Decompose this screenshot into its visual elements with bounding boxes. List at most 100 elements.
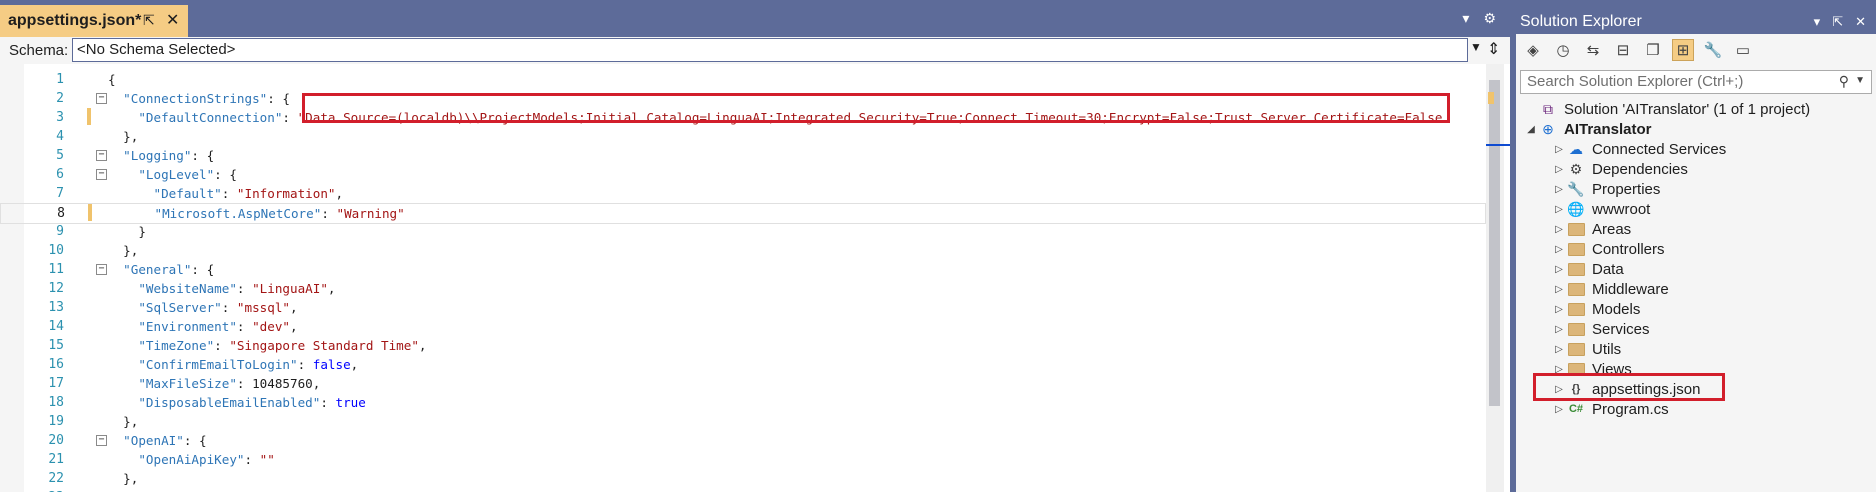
code-line[interactable]: 21 "OpenAiApiKey": "" xyxy=(0,450,1484,469)
code-line[interactable]: 16 "ConfirmEmailToLogin": false, xyxy=(0,355,1484,374)
scrollbar-thumb[interactable] xyxy=(1489,80,1500,406)
collapse-icon[interactable]: − xyxy=(96,435,107,446)
tree-item-areas[interactable]: ▷ Areas xyxy=(1552,219,1631,239)
expand-icon[interactable]: ▷ xyxy=(1552,264,1566,275)
pending-changes-filter-icon[interactable]: ◷ xyxy=(1552,39,1574,61)
expand-icon[interactable]: ▷ xyxy=(1552,244,1566,255)
collapse-icon[interactable]: − xyxy=(96,150,107,161)
line-number: 13 xyxy=(48,300,64,315)
line-number: 1 xyxy=(56,72,64,87)
csharp-file-icon: C# xyxy=(1568,403,1584,415)
line-number: 3 xyxy=(56,110,64,125)
expand-icon[interactable]: ▷ xyxy=(1552,344,1566,355)
code-line[interactable]: 11 − "General": { xyxy=(0,260,1484,279)
properties-icon: 🔧 xyxy=(1567,180,1585,197)
expand-icon[interactable]: ▷ xyxy=(1552,224,1566,235)
line-number: 7 xyxy=(56,186,64,201)
code-line[interactable]: 22 }, xyxy=(0,469,1484,488)
collapse-icon[interactable]: − xyxy=(96,93,107,104)
split-editor-icon[interactable]: ⇕ xyxy=(1487,39,1500,59)
expand-icon[interactable]: ▷ xyxy=(1552,144,1566,155)
tree-item-middleware[interactable]: ▷ Middleware xyxy=(1552,279,1669,299)
tree-item-wwwroot[interactable]: ▷ 🌐 wwwroot xyxy=(1552,199,1650,219)
tab-list-dropdown-icon[interactable]: ▾ xyxy=(1462,10,1469,27)
tree-item-connected-services[interactable]: ▷ ☁ Connected Services xyxy=(1552,139,1726,159)
folder-icon xyxy=(1566,281,1586,297)
expand-icon[interactable]: ▷ xyxy=(1552,324,1566,335)
tree-item-program-cs[interactable]: ▷ C# Program.cs xyxy=(1552,399,1669,419)
expand-icon[interactable]: ▷ xyxy=(1552,304,1566,315)
expand-icon[interactable]: ▷ xyxy=(1552,164,1566,175)
code-line[interactable]: 15 "TimeZone": "Singapore Standard Time"… xyxy=(0,336,1484,355)
code-line[interactable]: 23 "Smtp": { xyxy=(0,488,1484,492)
folder-icon xyxy=(1566,321,1586,337)
track-active-item-icon[interactable]: ⊞ xyxy=(1672,39,1694,61)
change-marker xyxy=(88,204,92,221)
switch-views-icon[interactable]: ◈ xyxy=(1522,39,1544,61)
code-text: "MaxFileSize": 10485760, xyxy=(138,376,321,391)
sync-icon[interactable]: ⇆ xyxy=(1582,39,1604,61)
tree-item-utils[interactable]: ▷ Utils xyxy=(1552,339,1621,359)
properties-wrench-icon[interactable]: 🔧 xyxy=(1702,39,1724,61)
tree-item-services[interactable]: ▷ Services xyxy=(1552,319,1649,339)
tree-item-solution-aitranslator-1-of-1-project[interactable]: ⧉ Solution 'AITranslator' (1 of 1 project… xyxy=(1524,99,1810,119)
code-line[interactable]: 17 "MaxFileSize": 10485760, xyxy=(0,374,1484,393)
settings-icon[interactable]: ⚙ xyxy=(1483,10,1496,27)
schema-select[interactable]: <No Schema Selected> xyxy=(72,38,1468,62)
code-editor[interactable]: 1{2− "ConnectionStrings": {3 "DefaultCon… xyxy=(0,64,1510,492)
code-line[interactable]: 7 "Default": "Information", xyxy=(0,184,1484,203)
code-line[interactable]: 12 "WebsiteName": "LinguaAI", xyxy=(0,279,1484,298)
expand-icon[interactable]: ▷ xyxy=(1552,404,1566,415)
line-number: 9 xyxy=(56,224,64,239)
code-line[interactable]: 4 }, xyxy=(0,127,1484,146)
code-line[interactable]: 6 − "LogLevel": { xyxy=(0,165,1484,184)
connection-string-highlight xyxy=(302,93,1450,123)
solution-explorer-search-input[interactable]: Search Solution Explorer (Ctrl+;) ⚲ ▼ xyxy=(1520,70,1872,94)
line-number: 17 xyxy=(48,376,64,391)
code-line[interactable]: 20 − "OpenAI": { xyxy=(0,431,1484,450)
collapse-icon[interactable]: − xyxy=(96,264,107,275)
code-line[interactable]: 19 }, xyxy=(0,412,1484,431)
show-all-files-icon[interactable]: ❐ xyxy=(1642,39,1664,61)
tree-item-models[interactable]: ▷ Models xyxy=(1552,299,1640,319)
tab-title: appsettings.json* xyxy=(8,12,142,29)
pin-icon[interactable]: ⇱ xyxy=(1832,10,1843,34)
tree-item-aitranslator[interactable]: ◢ ⊕ AITranslator xyxy=(1524,119,1651,139)
tree-item-properties[interactable]: ▷ 🔧 Properties xyxy=(1552,179,1660,199)
code-text: "LogLevel": { xyxy=(138,167,237,182)
tree-item-controllers[interactable]: ▷ Controllers xyxy=(1552,239,1664,259)
code-line[interactable]: 5 − "Logging": { xyxy=(0,146,1484,165)
tab-appsettings-json[interactable]: appsettings.json* ⇱ ✕ xyxy=(0,5,188,37)
code-text: "ConnectionStrings": { xyxy=(123,91,290,106)
line-number: 14 xyxy=(48,319,64,334)
code-line[interactable]: 1{ xyxy=(0,70,1484,89)
code-line[interactable]: 9 } xyxy=(0,222,1484,241)
code-text: { xyxy=(108,72,116,87)
vertical-scrollbar[interactable] xyxy=(1486,64,1504,492)
expand-icon[interactable]: ▷ xyxy=(1552,184,1566,195)
tree-item-data[interactable]: ▷ Data xyxy=(1552,259,1624,279)
chevron-down-icon[interactable]: ▼ xyxy=(1855,75,1865,86)
line-number: 21 xyxy=(48,452,64,467)
collapse-all-icon[interactable]: ⊟ xyxy=(1612,39,1634,61)
collapse-icon[interactable]: − xyxy=(96,169,107,180)
preview-icon[interactable]: ▭ xyxy=(1732,39,1754,61)
search-icon[interactable]: ⚲ xyxy=(1839,73,1849,90)
code-line[interactable]: 14 "Environment": "dev", xyxy=(0,317,1484,336)
expand-icon[interactable]: ◢ xyxy=(1524,124,1538,135)
pin-icon[interactable]: ⇱ xyxy=(143,12,155,29)
tree-item-dependencies[interactable]: ▷ ⚙ Dependencies xyxy=(1552,159,1688,179)
window-position-icon[interactable]: ▾ xyxy=(1814,10,1821,34)
chevron-down-icon[interactable]: ▼ xyxy=(1470,40,1482,54)
expand-icon[interactable]: ▷ xyxy=(1552,284,1566,295)
folder-icon xyxy=(1566,261,1586,277)
code-line[interactable]: 8 "Microsoft.AspNetCore": "Warning" xyxy=(0,203,1486,224)
code-line[interactable]: 18 "DisposableEmailEnabled": true xyxy=(0,393,1484,412)
code-line[interactable]: 10 }, xyxy=(0,241,1484,260)
code-text: }, xyxy=(108,471,139,486)
close-icon[interactable]: ✕ xyxy=(1855,10,1866,34)
close-icon[interactable]: ✕ xyxy=(166,10,179,30)
expand-icon[interactable]: ▷ xyxy=(1552,204,1566,215)
tree-item-label: Areas xyxy=(1592,220,1632,238)
code-line[interactable]: 13 "SqlServer": "mssql", xyxy=(0,298,1484,317)
